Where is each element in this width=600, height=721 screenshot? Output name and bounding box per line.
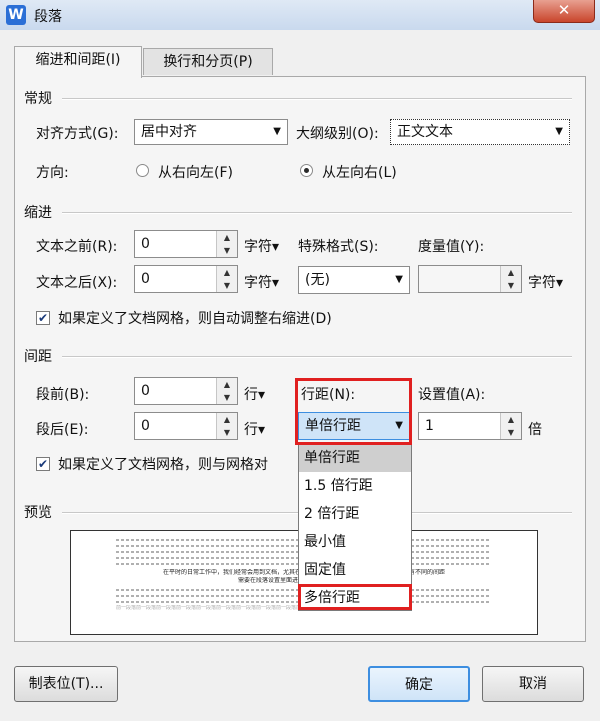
section-spacing-label: 间距 (24, 349, 52, 365)
indent-after-unit[interactable]: 字符▾ (244, 272, 279, 292)
tab-indent-spacing[interactable]: 缩进和间距(I) (14, 46, 142, 78)
chevron-up-icon[interactable]: ▲ (217, 266, 237, 279)
measure-unit[interactable]: 字符▾ (528, 272, 563, 292)
set-value-spinner[interactable]: ▲ ▼ (500, 413, 521, 439)
rtl-label: 从右向左(F) (158, 165, 233, 181)
indent-before-unit[interactable]: 字符▾ (244, 236, 279, 256)
space-after-input[interactable]: 0 ▲ ▼ (134, 412, 238, 440)
line-spacing-option[interactable]: 单倍行距 (299, 444, 411, 472)
chevron-down-icon: ▼ (555, 126, 563, 137)
indent-grid-checkbox[interactable]: ✔ (36, 311, 50, 325)
chevron-up-icon[interactable]: ▲ (217, 231, 237, 244)
highlight-box-line-spacing (295, 378, 412, 445)
chevron-down-icon[interactable]: ▼ (217, 426, 237, 439)
space-before-unit[interactable]: 行▾ (244, 384, 265, 404)
special-format-select[interactable]: (无) ▼ (298, 266, 410, 294)
chevron-down-icon: ▼ (395, 274, 403, 285)
spacing-grid-checkbox-label: 如果定义了文档网格，则与网格对 (58, 457, 268, 473)
indent-before-label: 文本之前(R): (36, 239, 118, 255)
indent-grid-checkbox-label: 如果定义了文档网格，则自动调整右缩进(D) (58, 311, 332, 327)
divider (62, 98, 572, 100)
ltr-label: 从左向右(L) (322, 165, 397, 181)
rtl-radio[interactable] (136, 164, 149, 177)
wps-writer-icon: W (6, 5, 26, 25)
alignment-label: 对齐方式(G): (36, 126, 119, 142)
indent-after-value: 0 (141, 271, 150, 287)
set-value-input[interactable]: 1 ▲ ▼ (418, 412, 522, 440)
cancel-button[interactable]: 取消 (482, 666, 584, 702)
measure-spinner[interactable]: ▲ ▼ (500, 266, 521, 292)
measure-label: 度量值(Y): (418, 239, 485, 255)
outline-level-value: 正文文本 (397, 124, 453, 140)
outline-level-label: 大纲级别(O): (296, 126, 379, 142)
ltr-radio[interactable] (300, 164, 313, 177)
alignment-select[interactable]: 居中对齐 ▼ (134, 119, 288, 145)
chevron-up-icon[interactable]: ▲ (217, 413, 237, 426)
chevron-down-icon[interactable]: ▼ (217, 244, 237, 257)
chevron-down-icon[interactable]: ▼ (501, 426, 521, 439)
chevron-down-icon: ▼ (273, 126, 281, 137)
tab-line-page-breaks[interactable]: 换行和分页(P) (143, 48, 273, 75)
space-after-label: 段后(E): (36, 422, 89, 438)
window-title: 段落 (34, 9, 62, 25)
chevron-down-icon[interactable]: ▼ (217, 391, 237, 404)
close-button[interactable]: ✕ (533, 0, 595, 23)
special-format-label: 特殊格式(S): (298, 239, 379, 255)
space-before-spinner[interactable]: ▲ ▼ (216, 378, 237, 404)
line-spacing-option[interactable]: 最小值 (299, 528, 411, 556)
title-bar (0, 0, 600, 30)
special-format-value: (无) (305, 272, 330, 288)
highlight-box-multiple (298, 584, 412, 610)
spacing-grid-checkbox[interactable]: ✔ (36, 457, 50, 471)
indent-before-value: 0 (141, 236, 150, 252)
space-after-value: 0 (141, 418, 150, 434)
indent-after-spinner[interactable]: ▲ ▼ (216, 266, 237, 292)
space-after-spinner[interactable]: ▲ ▼ (216, 413, 237, 439)
space-after-unit[interactable]: 行▾ (244, 419, 265, 439)
direction-label: 方向: (36, 165, 69, 181)
line-spacing-option[interactable]: 2 倍行距 (299, 500, 411, 528)
divider (62, 212, 572, 214)
set-value-unit: 倍 (528, 422, 542, 438)
chevron-down-icon[interactable]: ▼ (501, 279, 521, 292)
indent-after-label: 文本之后(X): (36, 275, 118, 291)
chevron-up-icon[interactable]: ▲ (501, 413, 521, 426)
tabs-button[interactable]: 制表位(T)... (14, 666, 118, 702)
set-value-value: 1 (425, 418, 434, 434)
measure-input[interactable]: ▲ ▼ (418, 265, 522, 293)
indent-before-input[interactable]: 0 ▲ ▼ (134, 230, 238, 258)
line-spacing-option[interactable]: 1.5 倍行距 (299, 472, 411, 500)
outline-level-select[interactable]: 正文文本 ▼ (390, 119, 570, 145)
section-general-label: 常规 (24, 91, 52, 107)
space-before-input[interactable]: 0 ▲ ▼ (134, 377, 238, 405)
set-value-label: 设置值(A): (418, 387, 486, 403)
chevron-up-icon[interactable]: ▲ (501, 266, 521, 279)
divider (62, 356, 572, 358)
indent-after-input[interactable]: 0 ▲ ▼ (134, 265, 238, 293)
space-before-label: 段前(B): (36, 387, 90, 403)
line-spacing-option[interactable]: 固定值 (299, 556, 411, 584)
indent-before-spinner[interactable]: ▲ ▼ (216, 231, 237, 257)
ok-button[interactable]: 确定 (368, 666, 470, 702)
alignment-value: 居中对齐 (141, 124, 197, 140)
chevron-up-icon[interactable]: ▲ (217, 378, 237, 391)
chevron-down-icon[interactable]: ▼ (217, 279, 237, 292)
section-preview-label: 预览 (24, 505, 52, 521)
space-before-value: 0 (141, 383, 150, 399)
section-indent-label: 缩进 (24, 205, 52, 221)
